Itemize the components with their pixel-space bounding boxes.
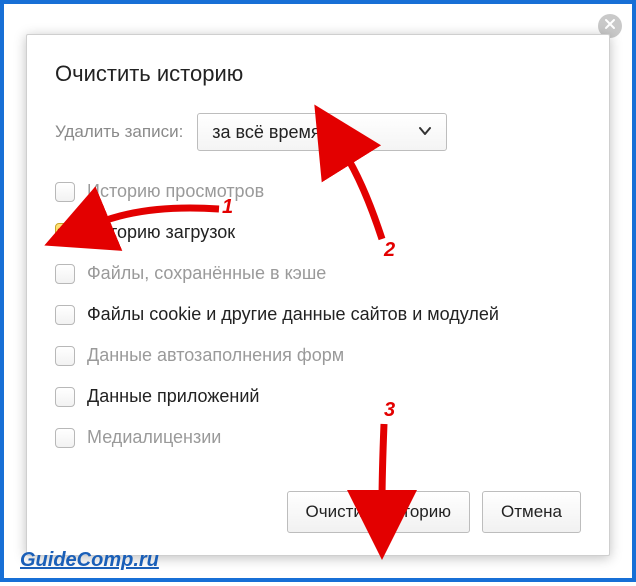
checkbox-media-licenses[interactable]	[55, 428, 75, 448]
cancel-button[interactable]: Отмена	[482, 491, 581, 533]
clear-history-button-label: Очистить историю	[306, 502, 451, 522]
label-media-licenses[interactable]: Медиалицензии	[87, 427, 221, 448]
checkmark-icon	[57, 222, 73, 243]
label-autofill[interactable]: Данные автозаполнения форм	[87, 345, 344, 366]
time-range-select[interactable]: за всё время	[197, 113, 447, 151]
option-download-history: Историю загрузок	[55, 222, 581, 243]
label-download-history[interactable]: Историю загрузок	[87, 222, 235, 243]
close-icon	[604, 17, 616, 35]
label-cached-files[interactable]: Файлы, сохранённые в кэше	[87, 263, 326, 284]
time-range-value: за всё время	[212, 122, 320, 143]
checkbox-autofill[interactable]	[55, 346, 75, 366]
time-range-label: Удалить записи:	[55, 122, 183, 142]
time-range-row: Удалить записи: за всё время	[55, 113, 581, 151]
checkbox-app-data[interactable]	[55, 387, 75, 407]
dialog-footer: Очистить историю Отмена	[287, 491, 581, 533]
option-cached-files: Файлы, сохранённые в кэше	[55, 263, 581, 284]
label-browsing-history[interactable]: Историю просмотров	[87, 181, 264, 202]
cancel-button-label: Отмена	[501, 502, 562, 522]
option-autofill: Данные автозаполнения форм	[55, 345, 581, 366]
clear-history-dialog: Очистить историю Удалить записи: за всё …	[26, 34, 610, 556]
dialog-title: Очистить историю	[55, 61, 581, 87]
checkbox-browsing-history[interactable]	[55, 182, 75, 202]
label-app-data[interactable]: Данные приложений	[87, 386, 259, 407]
checkbox-cached-files[interactable]	[55, 264, 75, 284]
option-cookies: Файлы cookie и другие данные сайтов и мо…	[55, 304, 581, 325]
option-app-data: Данные приложений	[55, 386, 581, 407]
options-list: Историю просмотров Историю загрузок Файл…	[55, 181, 581, 448]
checkbox-cookies[interactable]	[55, 305, 75, 325]
label-cookies[interactable]: Файлы cookie и другие данные сайтов и мо…	[87, 304, 499, 325]
option-media-licenses: Медиалицензии	[55, 427, 581, 448]
clear-history-button[interactable]: Очистить историю	[287, 491, 470, 533]
option-browsing-history: Историю просмотров	[55, 181, 581, 202]
checkbox-download-history[interactable]	[55, 223, 75, 243]
watermark: GuideComp.ru	[20, 549, 159, 572]
chevron-down-icon	[418, 122, 432, 143]
